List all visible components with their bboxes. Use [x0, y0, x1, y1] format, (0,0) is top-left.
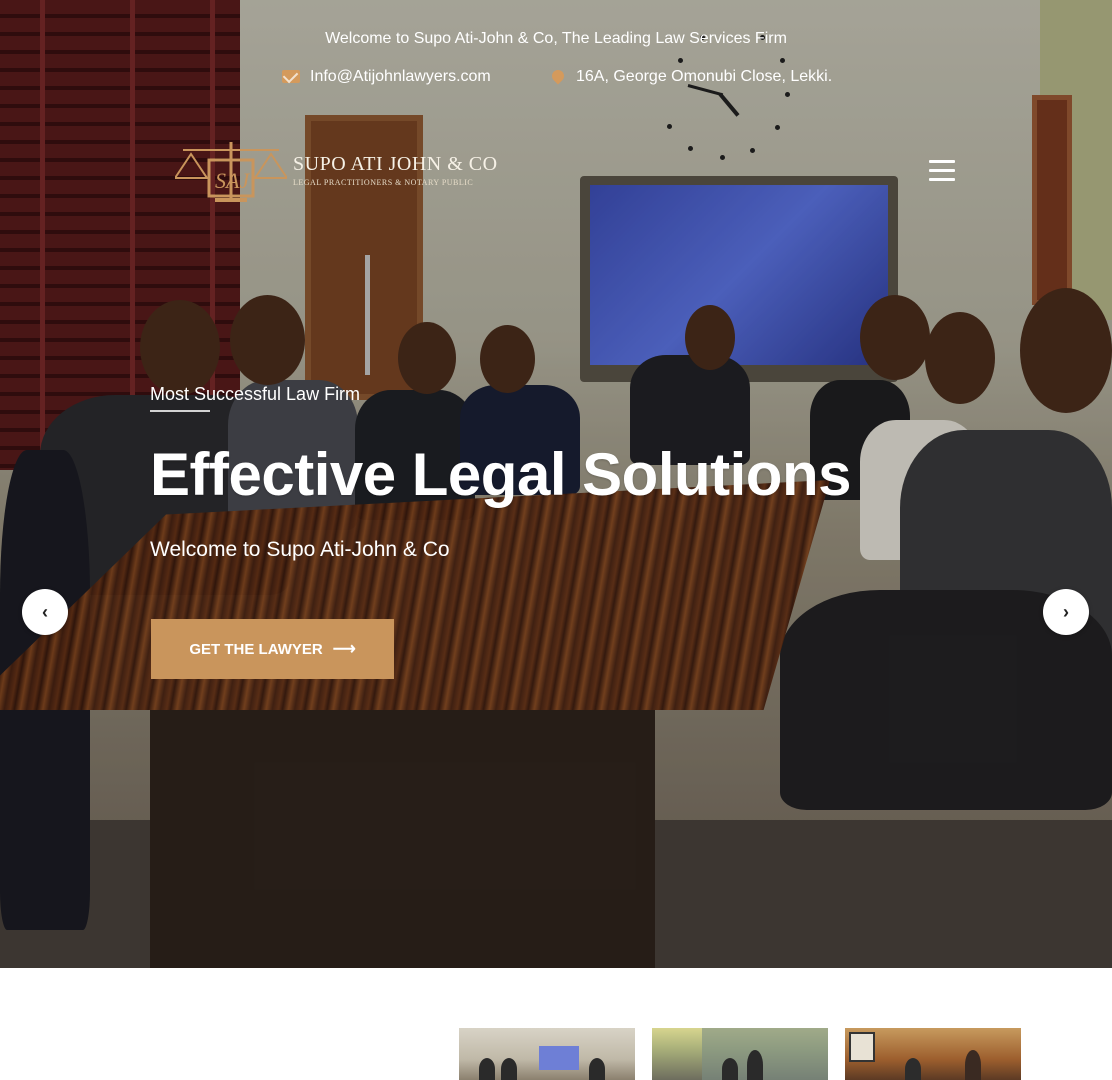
- hero-headline: Effective Legal Solutions: [150, 441, 851, 508]
- thumbnail-figure: [747, 1050, 763, 1080]
- cta-label: GET THE LAWYER: [189, 640, 323, 658]
- site-logo[interactable]: SAJ SUPO ATI JOHN & CO LEGAL PRACTITIONE…: [173, 135, 498, 205]
- eyebrow-underline: [150, 410, 210, 412]
- gallery-thumbnail[interactable]: [459, 1028, 635, 1080]
- topbar-address: 16A, George Omonubi Close, Lekki.: [548, 66, 832, 88]
- topbar-email[interactable]: Info@Atijohnlawyers.com: [282, 66, 491, 88]
- hamburger-menu-icon[interactable]: [929, 160, 955, 182]
- logo-tagline: LEGAL PRACTITIONERS & NOTARY PUBLIC: [293, 178, 474, 187]
- get-the-lawyer-button[interactable]: GET THE LAWYER ⟶: [151, 619, 394, 679]
- topbar-welcome-text: Welcome to Supo Ati-John & Co, The Leadi…: [325, 30, 787, 47]
- thumbnail-figure: [905, 1058, 921, 1080]
- arrow-right-icon: ⟶: [332, 641, 356, 658]
- address-text: 16A, George Omonubi Close, Lekki.: [576, 68, 833, 85]
- thumbnail-figure: [965, 1050, 981, 1080]
- hero-eyebrow: Most Successful Law Firm: [150, 384, 361, 404]
- thumbnail-frame: [849, 1032, 875, 1062]
- svg-text:SAJ: SAJ: [215, 168, 250, 193]
- hero-subline: Welcome to Supo Ati-John & Co: [150, 538, 450, 561]
- slider-next-button[interactable]: ›: [1043, 589, 1089, 635]
- mail-icon: [282, 68, 300, 86]
- scales-of-justice-icon: SAJ: [173, 136, 289, 204]
- gallery-thumbnail[interactable]: [845, 1028, 1021, 1080]
- logo-name: SUPO ATI JOHN & CO: [293, 153, 498, 175]
- slider-prev-button[interactable]: ‹: [22, 589, 68, 635]
- email-text[interactable]: Info@Atijohnlawyers.com: [310, 68, 491, 86]
- thumbnail-window: [702, 1028, 828, 1080]
- thumbnail-screen: [539, 1046, 579, 1070]
- thumbnail-figure: [722, 1058, 738, 1080]
- map-pin-icon: [548, 67, 567, 86]
- gallery-thumbnail[interactable]: [652, 1028, 828, 1080]
- thumbnail-figure: [479, 1058, 495, 1080]
- thumbnail-figure: [589, 1058, 605, 1080]
- thumbnail-figure: [501, 1058, 517, 1080]
